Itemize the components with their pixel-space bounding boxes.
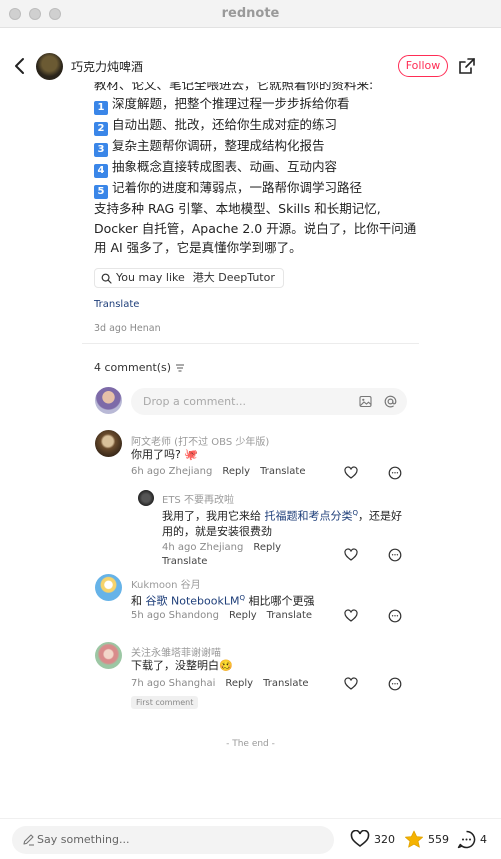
collect-stat[interactable]: 559: [404, 830, 449, 849]
comment-text: 我用了，我用它来给 托福题和考点分类Q，还是好: [162, 505, 402, 525]
commenter-avatar[interactable]: [95, 574, 122, 601]
comment-emoji: 🐙: [184, 448, 199, 461]
number-badge: 5: [94, 185, 108, 199]
comment-link[interactable]: 谷歌 NotebookLM: [146, 595, 240, 608]
window-titlebar: rednote: [0, 0, 501, 28]
comment-count[interactable]: 4 comment(s): [94, 361, 185, 374]
author-avatar[interactable]: [36, 53, 63, 80]
comment-text-body: 相比哪个更强: [244, 594, 315, 608]
end-marker: - The end -: [226, 739, 275, 749]
mention-icon[interactable]: [383, 394, 398, 409]
post-paragraph-line: Docker 自托管，Apache 2.0 开源。说白了，比你干问通: [94, 220, 417, 236]
first-comment-badge: First comment: [131, 696, 199, 709]
comment-reply-icon[interactable]: [388, 609, 402, 623]
comment-time: 7h ago Shanghai: [131, 678, 216, 689]
follow-button[interactable]: Follow: [398, 55, 448, 77]
heart-icon[interactable]: [344, 548, 358, 562]
current-user-avatar: [95, 387, 122, 414]
like-stat[interactable]: 320: [350, 830, 395, 848]
comment-total-count: 4: [480, 833, 487, 846]
comment-text-body: 你用了吗?: [131, 448, 181, 461]
you-may-like-tag[interactable]: You may like 港大 DeepTutor: [94, 268, 284, 288]
comment-meta: Translate: [162, 556, 207, 567]
list-item: 5 记着你的进度和薄弱点，一路帮你调学习路径: [94, 178, 424, 199]
share-icon[interactable]: [457, 56, 477, 76]
post-meta: 3d ago Henan: [94, 323, 161, 334]
post-paragraph-line: 支持多种 RAG 引擎、本地模型、Skills 和长期记忆,: [94, 201, 381, 216]
comment-text-body: 我用了，我用它来给: [162, 509, 265, 523]
search-icon: [101, 273, 112, 284]
number-badge: 4: [94, 164, 108, 178]
reply-button[interactable]: Reply: [253, 542, 281, 553]
comment-bubble-icon: [457, 830, 476, 849]
translate-button[interactable]: Translate: [162, 556, 207, 567]
commenter-avatar[interactable]: [138, 490, 154, 506]
comment-time: 4h ago Zhejiang: [162, 542, 244, 553]
comment-meta: 6h ago Zhejiang Reply Translate: [131, 466, 305, 477]
bottom-action-bar: Say something... 320 559 4: [0, 818, 501, 859]
comment-text: 下载了，没整明白🥴: [131, 657, 233, 674]
number-badge: 3: [94, 143, 108, 157]
pen-icon: [23, 834, 34, 846]
commenter-avatar[interactable]: [95, 430, 122, 457]
you-may-like-label: You may like: [116, 271, 185, 284]
reply-button[interactable]: Reply: [222, 466, 250, 477]
comment-emoji: 🥴: [219, 659, 233, 672]
comment-text-body: 下载了，没整明白: [131, 659, 219, 672]
comment-meta: 7h ago Shanghai Reply Translate: [131, 678, 309, 689]
comment-text-body: 和: [131, 594, 146, 608]
comment-input[interactable]: Drop a comment...: [131, 388, 407, 415]
collect-count: 559: [428, 833, 449, 846]
translate-button[interactable]: Translate: [263, 678, 308, 689]
back-arrow-icon[interactable]: [10, 54, 30, 78]
image-icon[interactable]: [359, 395, 372, 408]
commenter-avatar[interactable]: [95, 642, 122, 669]
translate-button[interactable]: Translate: [267, 610, 312, 621]
comment-text: 和 谷歌 NotebookLMQ 相比哪个更强: [131, 590, 314, 610]
comment-text-line2: 用的，就是安装很费劲: [162, 525, 272, 538]
post-content: 教材、论文、笔记全喂进去，它就照着你的资料来: 1 深度解题，把整个推理过程一步步…: [94, 82, 424, 258]
comment-time: 5h ago Shandong: [131, 610, 219, 621]
star-icon: [405, 830, 423, 848]
you-may-like-topic: 港大 DeepTutor: [192, 271, 275, 284]
comment-reply-icon[interactable]: [388, 466, 402, 480]
heart-icon[interactable]: [344, 677, 358, 691]
reply-button[interactable]: Reply: [225, 678, 253, 689]
number-badge: 2: [94, 122, 108, 136]
heart-icon: [350, 830, 370, 847]
divider: [82, 343, 419, 344]
number-badge: 1: [94, 101, 108, 115]
comment-text: 你用了吗? 🐙: [131, 446, 198, 463]
list-item: 1 深度解题，把整个推理过程一步步拆给你看: [94, 94, 424, 115]
heart-icon[interactable]: [344, 466, 358, 480]
comment-link[interactable]: 托福题和考点分类: [265, 510, 353, 523]
comment-meta: 4h ago Zhejiang Reply: [162, 542, 281, 553]
commenter-name[interactable]: ETS 不要再改啦: [162, 491, 234, 506]
heart-icon[interactable]: [344, 609, 358, 623]
list-item: 4 抽象概念直接转成图表、动画、互动内容: [94, 157, 424, 178]
list-item: 2 自动出题、批改，还给你生成对症的练习: [94, 115, 424, 136]
reply-button[interactable]: Reply: [229, 610, 257, 621]
comment-time: 6h ago Zhejiang: [131, 466, 213, 477]
comment-meta: 5h ago Shandong Reply Translate: [131, 610, 312, 621]
like-count: 320: [374, 832, 395, 846]
say-something-input[interactable]: Say something...: [12, 826, 334, 854]
commenter-name[interactable]: Kukmoon 谷月: [131, 576, 201, 591]
sort-icon: [176, 364, 185, 371]
comment-stat[interactable]: 4: [457, 830, 487, 849]
comment-text-body: ，还是好: [358, 509, 403, 523]
window-title: rednote: [221, 6, 280, 21]
list-item: 3 复杂主题帮你调研，整理成结构化报告: [94, 136, 424, 157]
comment-reply-icon[interactable]: [388, 677, 402, 691]
post-partial-line: 教材、论文、笔记全喂进去，它就照着你的资料来:: [94, 82, 374, 92]
comment-reply-icon[interactable]: [388, 548, 402, 562]
translate-button[interactable]: Translate: [260, 466, 305, 477]
translate-post-link[interactable]: Translate: [94, 299, 139, 310]
say-something-placeholder: Say something...: [37, 833, 130, 846]
comment-input-placeholder: Drop a comment...: [143, 395, 246, 408]
post-paragraph-line: 用 AI 强多了，它是真懂你学到哪了。: [94, 240, 302, 256]
comment-count-label: 4 comment(s): [94, 361, 172, 374]
author-name[interactable]: 巧克力炖啤酒: [71, 58, 143, 75]
